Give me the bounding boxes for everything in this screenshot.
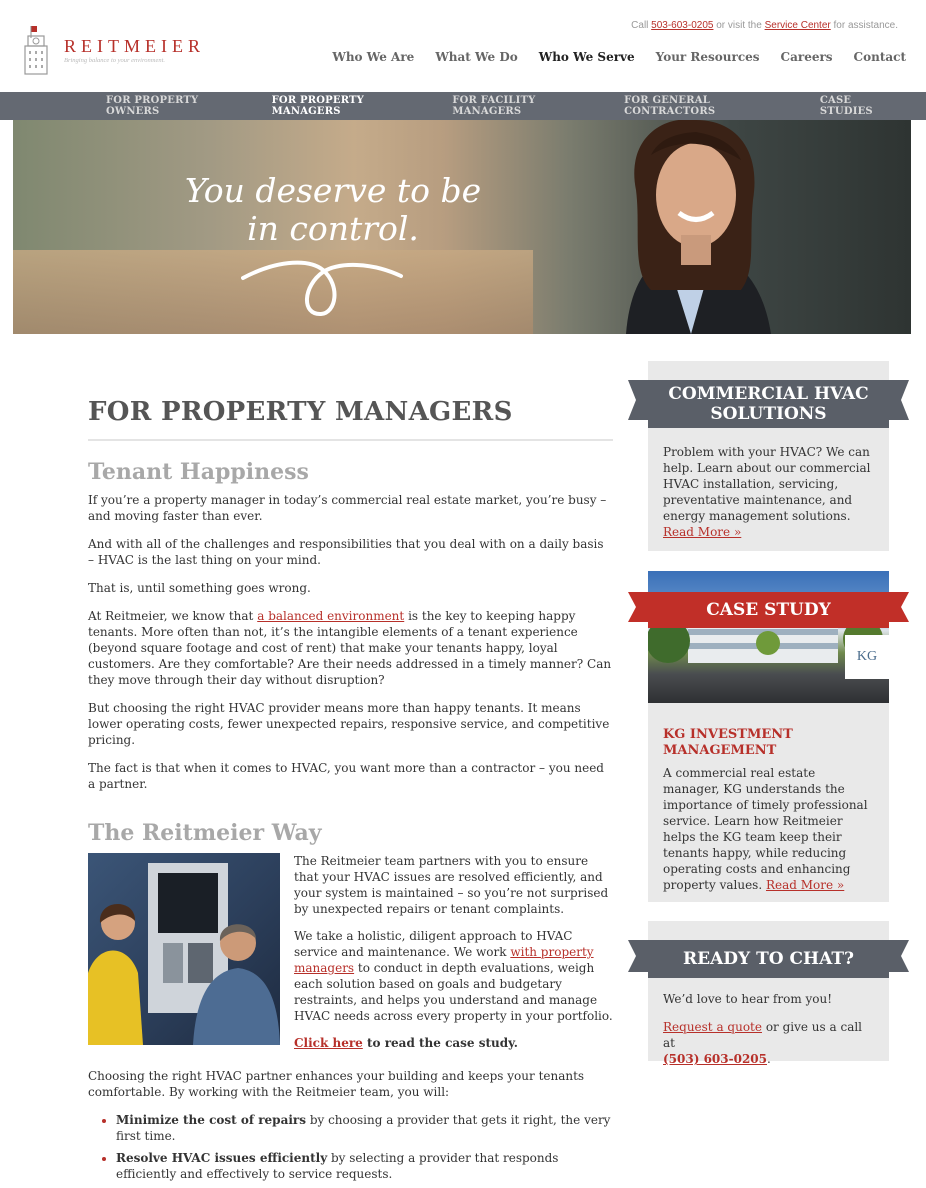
text: to read the case study. — [366, 1036, 518, 1050]
paragraph: And with all of the challenges and respo… — [88, 537, 604, 567]
call-label: Call — [631, 20, 649, 31]
hero-banner: You deserve to be in control. — [13, 120, 911, 334]
logo-tagline: Bringing balance to your environment. — [64, 56, 166, 64]
technician-photo — [88, 853, 280, 1045]
hero-tagline: You deserve to be in control. — [173, 172, 493, 248]
paragraph: At Reitmeier, we know that a balanced en… — [88, 608, 613, 688]
subnav-property-owners[interactable]: FOR PROPERTY OWNERS — [106, 95, 251, 117]
phone-link[interactable]: 503-603-0205 — [651, 20, 713, 31]
heading-reitmeier-way: The Reitmeier Way — [88, 820, 322, 846]
text: At Reitmeier, we know that — [88, 609, 254, 623]
subnav-property-managers[interactable]: FOR PROPERTY MANAGERS — [272, 95, 432, 117]
paragraph: Choosing the right HVAC partner enhances… — [88, 1069, 585, 1099]
visit-label: or visit the — [716, 20, 762, 31]
reitmeier-way-section: The Reitmeier team partners with you to … — [88, 853, 613, 1062]
hero-line-1: You deserve to be — [184, 171, 482, 210]
chat-phone-link[interactable]: (503) 603-0205 — [663, 1052, 767, 1066]
bold-text: Resolve HVAC issues efficiently — [116, 1151, 328, 1165]
bold-text: Minimize the cost of repairs — [116, 1113, 306, 1127]
main-content: FOR PROPERTY MANAGERS Tenant Happiness I… — [88, 385, 613, 1188]
paragraph: The Reitmeier team partners with you to … — [294, 854, 609, 916]
case-study-banner: CASE STUDY — [628, 592, 909, 628]
nav-your-resources[interactable]: Your Resources — [656, 50, 760, 64]
hvac-solutions-widget: COMMERCIAL HVAC SOLUTIONS Problem with y… — [628, 361, 909, 551]
chat-banner-title: READY TO CHAT? — [683, 949, 854, 969]
case-study-description: A commercial real estate manager, KG und… — [663, 765, 874, 893]
heading-tenant-happiness: Tenant Happiness — [88, 459, 309, 485]
paragraph: If you’re a property manager in today’s … — [88, 493, 607, 523]
swirl-icon — [241, 260, 403, 317]
subnav-general-contractors[interactable]: FOR GENERAL CONTRACTORS — [624, 95, 799, 117]
case-study-title[interactable]: KG INVESTMENT MANAGEMENT — [663, 727, 874, 759]
top-utility-bar: Call 503-603-0205 or visit the Service C… — [631, 20, 898, 31]
list-item: Minimize the cost of repairs by choosing… — [116, 1112, 613, 1144]
ready-to-chat-widget: READY TO CHAT? We’d love to hear from yo… — [628, 921, 909, 1066]
hvac-banner-title: COMMERCIAL HVAC SOLUTIONS — [668, 384, 869, 424]
main-navigation: Who We Are What We Do Who We Serve Your … — [311, 50, 906, 64]
paragraph: We take a holistic, diligent approach to… — [294, 928, 613, 1024]
list-item: Resolve HVAC issues efficiently by selec… — [116, 1150, 613, 1182]
hero-woman-photo — [626, 120, 771, 334]
subnav-facility-managers[interactable]: FOR FACILITY MANAGERS — [452, 95, 603, 117]
hvac-read-more-link[interactable]: Read More » — [663, 525, 741, 539]
nav-contact[interactable]: Contact — [854, 50, 906, 64]
hvac-banner: COMMERCIAL HVAC SOLUTIONS — [628, 380, 909, 428]
text: A commercial real estate manager, KG und… — [663, 766, 868, 892]
click-here-link[interactable]: Click here — [294, 1036, 363, 1050]
chat-cta: Request a quote or give us a call at (50… — [663, 1019, 874, 1067]
site-logo[interactable]: REITMEIER Bringing balance to your envir… — [22, 24, 205, 76]
nav-who-we-are[interactable]: Who We Are — [332, 50, 414, 64]
case-study-photo: KG — [648, 571, 889, 703]
case-study-read-more-link[interactable]: Read More » — [766, 878, 844, 892]
chat-intro: We’d love to hear from you! — [663, 992, 833, 1006]
nav-what-we-do[interactable]: What We Do — [435, 50, 517, 64]
paragraph: Click here to read the case study. — [294, 1035, 613, 1051]
balanced-environment-link[interactable]: a balanced environment — [257, 609, 404, 623]
kg-logo: KG — [845, 635, 889, 679]
assistance-label: for assistance. — [833, 20, 898, 31]
paragraph: The fact is that when it comes to HVAC, … — [88, 761, 604, 791]
subnav-case-studies[interactable]: CASE STUDIES — [820, 95, 905, 117]
paragraph: But choosing the right HVAC provider mea… — [88, 701, 610, 747]
hvac-description: Problem with your HVAC? We can help. Lea… — [663, 444, 874, 540]
case-study-widget: KG CASE STUDY KG INVESTMENT MANAGEMENT A… — [628, 571, 909, 902]
text: Problem with your HVAC? We can help. Lea… — [663, 445, 871, 523]
nav-careers[interactable]: Careers — [781, 50, 833, 64]
benefits-list: Minimize the cost of repairs by choosing… — [88, 1112, 613, 1182]
nav-who-we-serve[interactable]: Who We Serve — [539, 50, 635, 64]
logo-wordmark: REITMEIER — [64, 35, 205, 56]
paragraph: That is, until something goes wrong. — [88, 581, 311, 595]
page-title: FOR PROPERTY MANAGERS — [88, 397, 613, 441]
chat-banner: READY TO CHAT? — [628, 940, 909, 978]
service-center-link[interactable]: Service Center — [765, 20, 831, 31]
text: . — [767, 1052, 771, 1066]
sub-navigation: FOR PROPERTY OWNERS FOR PROPERTY MANAGER… — [0, 92, 926, 120]
building-logo-icon — [24, 26, 48, 75]
case-study-banner-title: CASE STUDY — [706, 600, 831, 620]
hero-line-2: in control. — [247, 209, 419, 248]
request-quote-link[interactable]: Request a quote — [663, 1020, 762, 1034]
